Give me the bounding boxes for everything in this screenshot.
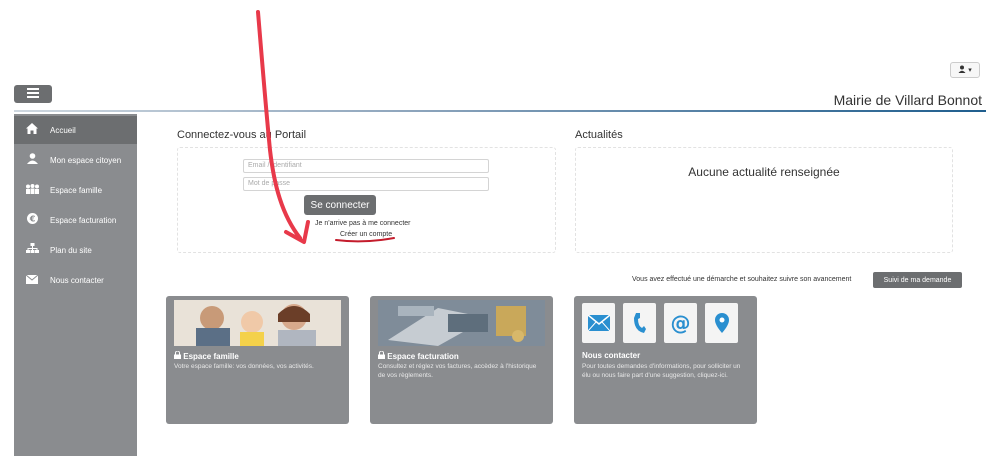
header-divider [14, 110, 986, 112]
sidebar-item-label: Espace famille [50, 185, 103, 195]
user-icon [958, 65, 966, 75]
family-icon [24, 183, 40, 197]
sitemap-icon [24, 243, 40, 257]
no-news-text: Aucune actualité renseignée [688, 165, 840, 179]
card-title-label: Espace facturation [387, 352, 459, 361]
at-sign-icon: @ [664, 303, 697, 343]
user-menu-button[interactable]: ▾ [950, 62, 980, 78]
news-panel [575, 147, 953, 253]
user-icon [24, 153, 40, 167]
card-title: Espace famille [174, 350, 239, 361]
card-description: Pour toutes demandes d'informations, pou… [582, 363, 741, 379]
euro-icon: € [24, 213, 40, 227]
sidebar-item-label: Plan du site [50, 245, 92, 255]
card-title: Espace facturation [378, 350, 459, 361]
card-title: Nous contacter [582, 351, 641, 360]
lock-icon [378, 350, 387, 361]
card-description: Consultez et réglez vos factures, accède… [378, 363, 537, 379]
create-account-link[interactable]: Créer un compte [340, 231, 392, 238]
sidebar-item-label: Espace facturation [50, 215, 117, 225]
hamburger-icon [27, 85, 39, 103]
map-pin-icon [705, 303, 738, 343]
envelope-icon [24, 273, 40, 287]
sidebar-item-nous-contacter[interactable]: Nous contacter [14, 266, 137, 294]
email-field[interactable]: Email / Identifiant [243, 159, 489, 173]
sidebar: Accueil Mon espace citoyen Espace famill… [14, 114, 137, 456]
card-espace-famille[interactable]: Espace famille Votre espace famille: vos… [166, 296, 349, 424]
card-nous-contacter[interactable]: @ Nous contacter Pour toutes demandes d'… [574, 296, 757, 424]
mail-icon [582, 303, 615, 343]
card-espace-facturation[interactable]: Espace facturation Consultez et réglez v… [370, 296, 553, 424]
follow-request-button[interactable]: Suivi de ma demande [873, 272, 962, 288]
lock-icon [174, 350, 183, 361]
family-photo [174, 300, 341, 346]
phone-icon [623, 303, 656, 343]
sidebar-item-espace-famille[interactable]: Espace famille [14, 176, 137, 204]
login-title: Connectez-vous au Portail [177, 129, 307, 141]
sidebar-item-espace-facturation[interactable]: € Espace facturation [14, 206, 137, 234]
sidebar-item-accueil[interactable]: Accueil [14, 116, 137, 144]
create-account-label: Créer un compte [340, 231, 393, 238]
news-title: Actualités [575, 129, 623, 141]
chevron-down-icon: ▾ [968, 67, 972, 74]
password-field[interactable]: Mot de passe [243, 177, 489, 191]
contact-icons: @ [582, 300, 749, 346]
home-icon [24, 123, 40, 137]
sidebar-item-label: Accueil [50, 125, 76, 135]
sidebar-item-label: Mon espace citoyen [50, 155, 122, 165]
site-title: Mairie de Villard Bonnot [833, 92, 982, 108]
menu-toggle-button[interactable] [14, 85, 52, 103]
svg-text:€: € [28, 214, 35, 223]
sidebar-item-mon-espace-citoyen[interactable]: Mon espace citoyen [14, 146, 137, 174]
sidebar-item-plan-du-site[interactable]: Plan du site [14, 236, 137, 264]
billing-photo [378, 300, 545, 346]
connect-button[interactable]: Se connecter [304, 195, 376, 215]
cant-connect-link[interactable]: Je n'arrive pas à me connecter [315, 220, 411, 227]
sidebar-item-label: Nous contacter [50, 275, 104, 285]
card-description: Votre espace famille: vos données, vos a… [174, 363, 314, 370]
card-title-label: Espace famille [183, 352, 239, 361]
follow-request-text: Vous avez effectué une démarche et souha… [632, 276, 852, 283]
